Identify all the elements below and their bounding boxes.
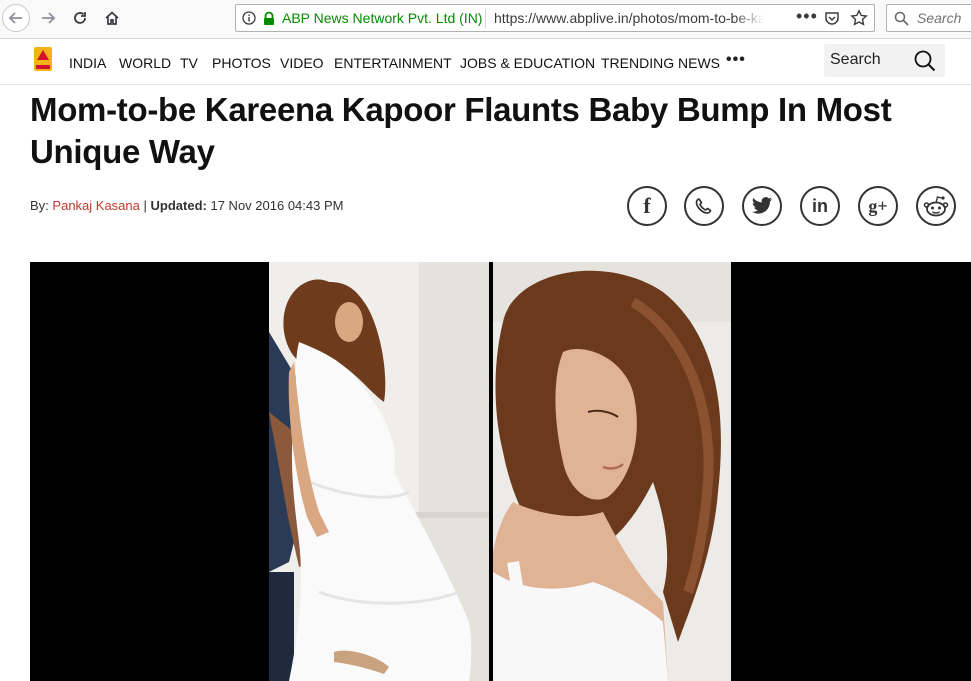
browser-toolbar: ABP News Network Pvt. Ltd (IN) https://w… (0, 0, 971, 39)
back-button[interactable] (2, 4, 30, 32)
nav-item-world[interactable]: WORLD (119, 55, 171, 71)
site-identity[interactable]: ABP News Network Pvt. Ltd (IN) (282, 10, 482, 26)
facebook-icon: f (643, 193, 651, 218)
article-headline: Mom-to-be Kareena Kapoor Flaunts Baby Bu… (30, 91, 892, 170)
site-search-box[interactable] (824, 44, 945, 77)
closeup-woman-photo (493, 262, 731, 681)
browser-search-box[interactable] (886, 4, 971, 32)
nav-item-entertainment[interactable]: ENTERTAINMENT (334, 55, 452, 71)
twitter-icon (751, 197, 773, 214)
secure-lock-icon[interactable] (262, 11, 276, 31)
author-link[interactable]: Pankaj Kasana (52, 198, 139, 213)
pocket-icon[interactable] (824, 10, 840, 31)
share-reddit-button[interactable] (916, 186, 956, 226)
reddit-icon (923, 196, 949, 217)
by-label: By: (30, 198, 49, 213)
updated-label: Updated: (150, 198, 207, 213)
nav-item-video[interactable]: VIDEO (280, 55, 324, 71)
pregnant-woman-photo (269, 262, 489, 681)
article-photo-left[interactable] (269, 262, 489, 681)
share-whatsapp-button[interactable] (684, 186, 724, 226)
site-search-input[interactable] (830, 51, 910, 69)
site-navigation: INDIA WORLD TV PHOTOS VIDEO ENTERTAINMEN… (0, 39, 971, 85)
byline-separator: | (143, 198, 147, 213)
url-text[interactable]: https://www.abplive.in/photos/mom-to-be-… (494, 10, 764, 26)
updated-timestamp: 17 Nov 2016 04:43 PM (210, 198, 344, 213)
forward-button[interactable] (34, 4, 62, 32)
more-menu-icon[interactable]: ••• (726, 51, 746, 69)
google-plus-icon: g+ (868, 195, 888, 216)
share-facebook-button[interactable]: f (627, 186, 667, 226)
article-photo-right[interactable] (493, 262, 731, 681)
browser-search-input[interactable] (917, 10, 971, 26)
share-linkedin-button[interactable]: in (800, 186, 840, 226)
share-google-plus-button[interactable]: g+ (858, 186, 898, 226)
whatsapp-icon (695, 198, 712, 214)
article-byline: By: Pankaj Kasana | Updated: 17 Nov 2016… (30, 198, 343, 213)
forward-arrow-icon (42, 12, 56, 24)
nav-item-tv[interactable]: TV (180, 55, 198, 71)
reload-button[interactable] (66, 4, 94, 32)
photo-gallery[interactable] (30, 262, 971, 681)
abp-logo[interactable] (34, 47, 52, 71)
page-actions-icon[interactable]: ••• (796, 6, 818, 27)
address-bar[interactable]: ABP News Network Pvt. Ltd (IN) https://w… (235, 4, 875, 32)
home-icon (105, 11, 119, 25)
reload-icon (74, 12, 86, 24)
site-info-icon[interactable] (242, 11, 256, 30)
nav-item-jobs-education[interactable]: JOBS & EDUCATION (460, 55, 595, 71)
bookmark-star-icon[interactable] (850, 9, 868, 32)
nav-item-india[interactable]: INDIA (69, 55, 106, 71)
nav-item-photos[interactable]: PHOTOS (212, 55, 271, 71)
search-icon (894, 11, 909, 31)
search-icon[interactable] (914, 50, 936, 77)
home-button[interactable] (98, 4, 126, 32)
back-arrow-icon (8, 12, 22, 24)
nav-item-trending-news[interactable]: TRENDING NEWS (601, 55, 720, 71)
linkedin-icon: in (812, 195, 828, 216)
url-divider (485, 8, 486, 28)
share-twitter-button[interactable] (742, 186, 782, 226)
